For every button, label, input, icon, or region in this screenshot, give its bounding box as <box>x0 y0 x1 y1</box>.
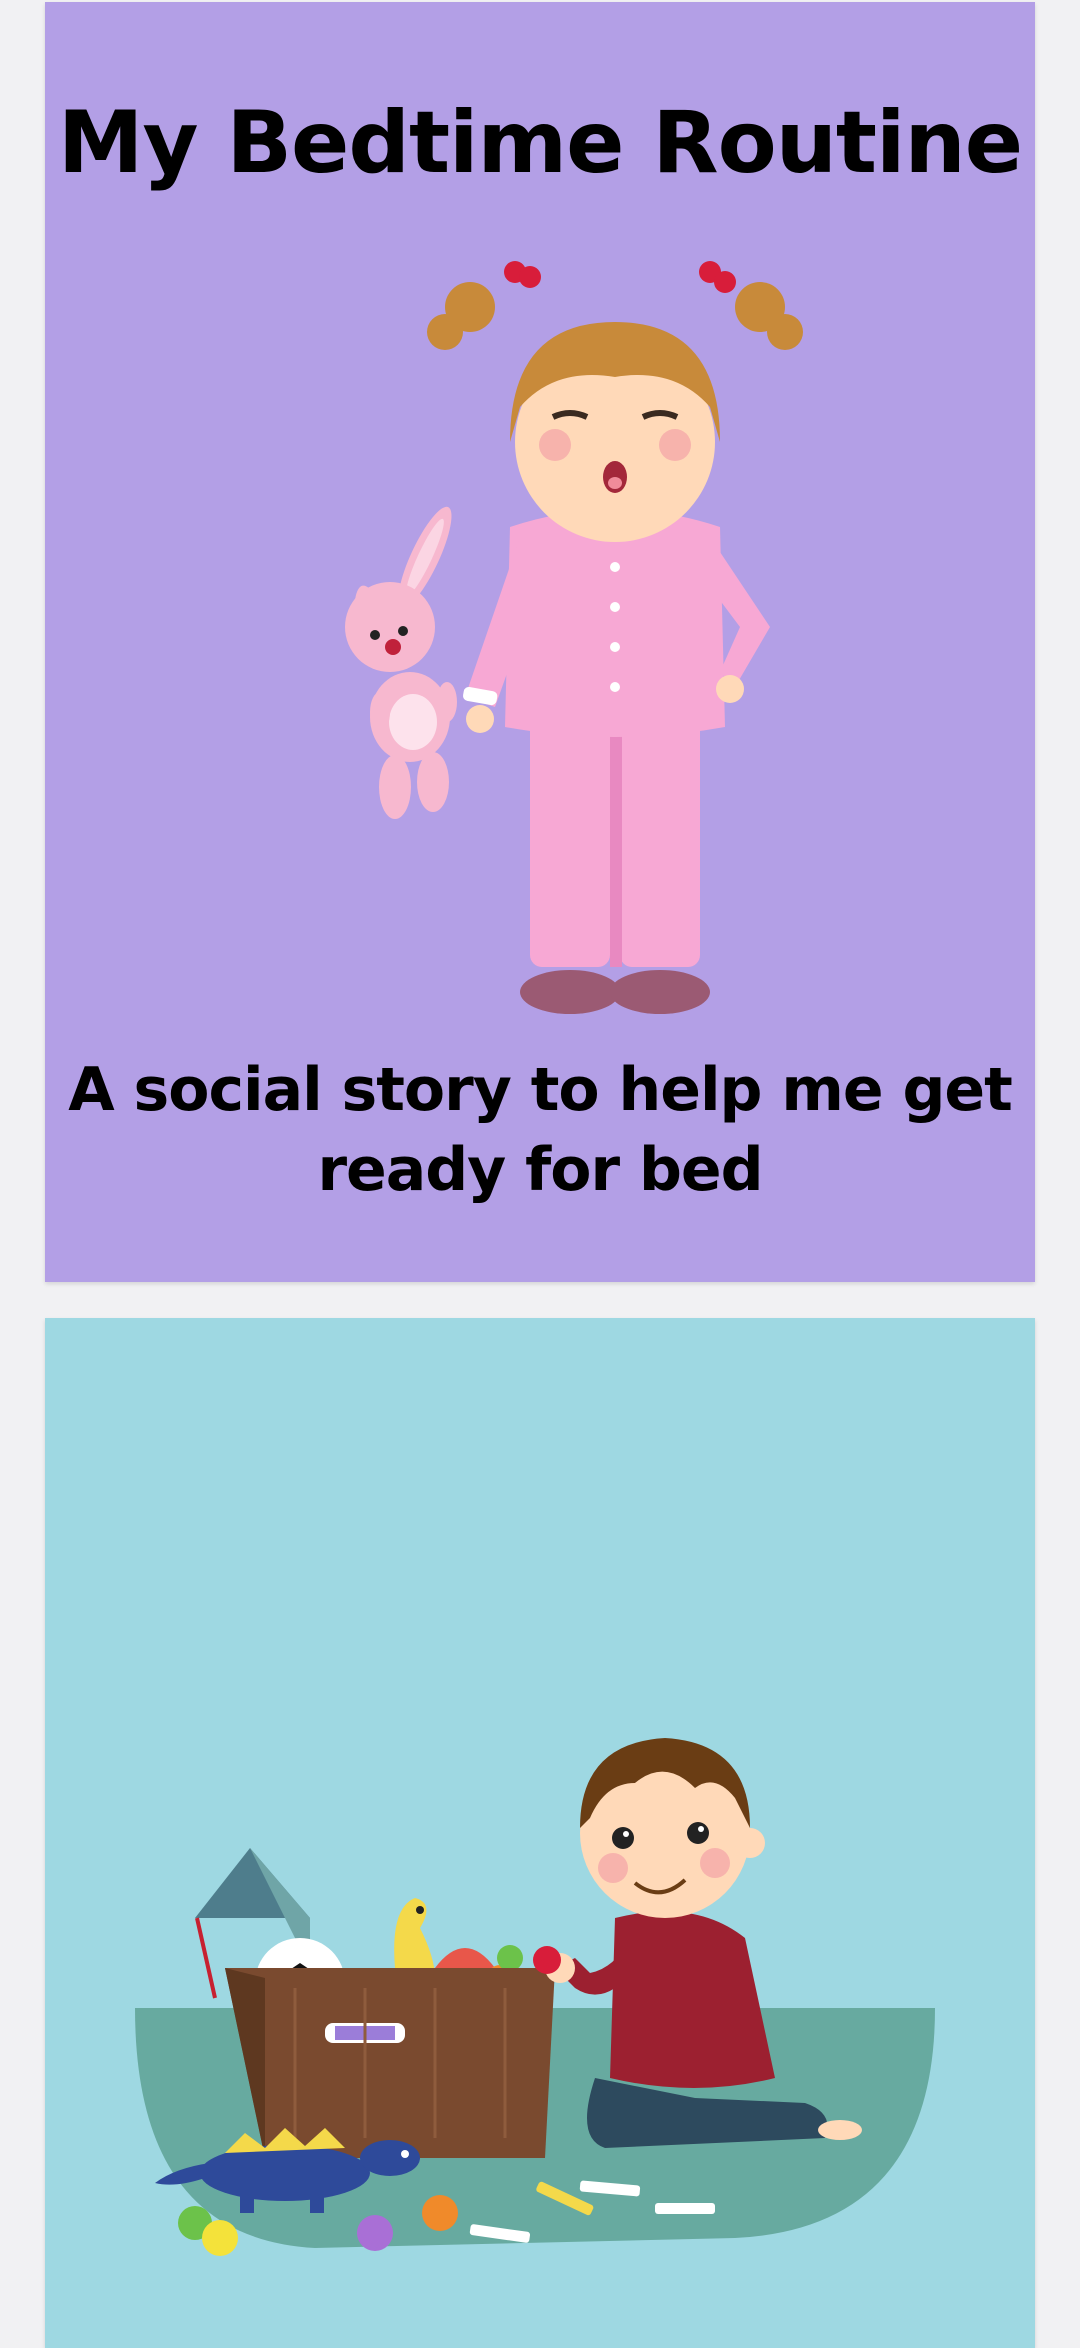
cover-page: My Bedtime Routine A social story to hel… <box>45 2 1035 1282</box>
page-subtitle: A social story to help me get ready for … <box>68 1055 1013 1205</box>
page-title: My Bedtime Routine <box>57 93 1023 193</box>
story-page-2 <box>45 1318 1035 2348</box>
sleepy-girl-illustration <box>345 261 803 1014</box>
boy-tidying-toys-illustration <box>135 1738 935 2256</box>
toy-box-icon <box>225 1968 555 2158</box>
bunny-toy-icon <box>345 506 457 819</box>
